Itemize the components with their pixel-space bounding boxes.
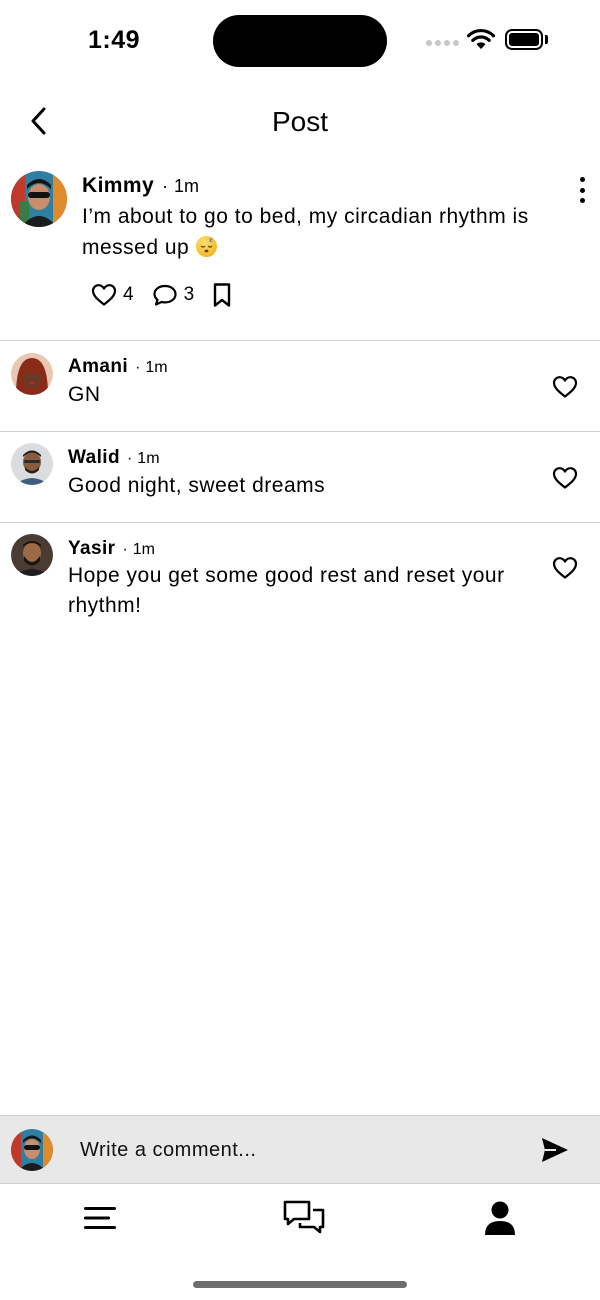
dynamic-island: [213, 15, 387, 67]
status-time: 1:49: [88, 26, 141, 54]
heart-icon[interactable]: [552, 375, 578, 399]
battery-cap: [545, 35, 548, 44]
heart-icon[interactable]: [552, 466, 578, 490]
post-actions: 4 3: [91, 282, 232, 308]
comment-header: Yasir · 1m: [68, 538, 155, 560]
comment-item: Yasir · 1m Hope you get some good rest a…: [0, 523, 600, 625]
post-header: Kimmy · 1m: [82, 174, 199, 198]
tab-bar: [0, 1185, 600, 1255]
comment-author[interactable]: Walid: [68, 447, 120, 469]
battery-icon: [505, 29, 543, 50]
separator-dot: ·: [162, 176, 169, 196]
comment-item: Walid · 1m Good night, sweet dreams: [0, 432, 600, 523]
heart-icon: [91, 284, 117, 306]
cellular-signal-icon: [426, 40, 459, 46]
home-indicator: [193, 1281, 407, 1288]
post-author[interactable]: Kimmy: [82, 174, 154, 198]
avatar[interactable]: [11, 443, 53, 485]
status-bar: 1:49: [0, 0, 600, 82]
avatar[interactable]: [11, 171, 67, 227]
comment-time: 1m: [132, 541, 155, 558]
comment-count: 3: [183, 284, 195, 305]
bookmark-icon: [213, 283, 231, 307]
comment-input[interactable]: [80, 1130, 520, 1170]
nav-bar: Post: [0, 90, 600, 154]
page-title: Post: [271, 106, 329, 137]
like-count: 4: [123, 284, 134, 305]
comment-composer: [0, 1115, 600, 1184]
comment-text: Good night, sweet dreams: [68, 474, 326, 497]
more-options-button[interactable]: [570, 175, 594, 205]
comment-bubble-icon: [152, 284, 177, 306]
current-user-avatar[interactable]: [11, 1129, 53, 1171]
wifi-icon: [466, 28, 496, 49]
menu-icon: [84, 1207, 116, 1229]
send-icon[interactable]: [540, 1136, 570, 1164]
comment-author[interactable]: Amani: [68, 356, 128, 378]
heart-icon[interactable]: [552, 556, 578, 580]
avatar[interactable]: [11, 534, 53, 576]
tab-menu[interactable]: [77, 1197, 123, 1239]
separator-dot: ·: [122, 541, 128, 558]
like-button[interactable]: 4: [91, 283, 134, 307]
comment-text: GN: [68, 383, 101, 406]
post-time: 1m: [174, 176, 200, 196]
comment-text: Hope you get some good rest and reset yo…: [68, 564, 505, 617]
svg-text:z: z: [209, 237, 213, 244]
post-body: I’m about to go to bed, my circadian rhy…: [82, 201, 572, 263]
avatar[interactable]: [11, 353, 53, 395]
sleeping-face-icon: z: [195, 236, 217, 257]
tab-profile[interactable]: [477, 1197, 523, 1239]
bookmark-button[interactable]: [212, 282, 232, 308]
comment-author[interactable]: Yasir: [68, 538, 115, 560]
tab-messages[interactable]: [281, 1197, 327, 1239]
comment-header: Walid · 1m: [68, 447, 160, 469]
profile-icon: [485, 1201, 515, 1235]
comment-time: 1m: [145, 359, 168, 376]
post-text: I’m about to go to bed, my circadian rhy…: [82, 205, 529, 259]
comment-time: 1m: [137, 450, 160, 467]
chat-bubbles-icon: [283, 1200, 325, 1234]
separator-dot: ·: [126, 450, 133, 467]
separator-dot: ·: [135, 359, 141, 376]
comment-button[interactable]: 3: [152, 283, 195, 307]
comment-header: Amani · 1m: [68, 356, 168, 378]
comment-item: Amani · 1m GN: [0, 341, 600, 432]
post: Kimmy · 1m I’m about to go to bed, my ci…: [0, 168, 600, 341]
